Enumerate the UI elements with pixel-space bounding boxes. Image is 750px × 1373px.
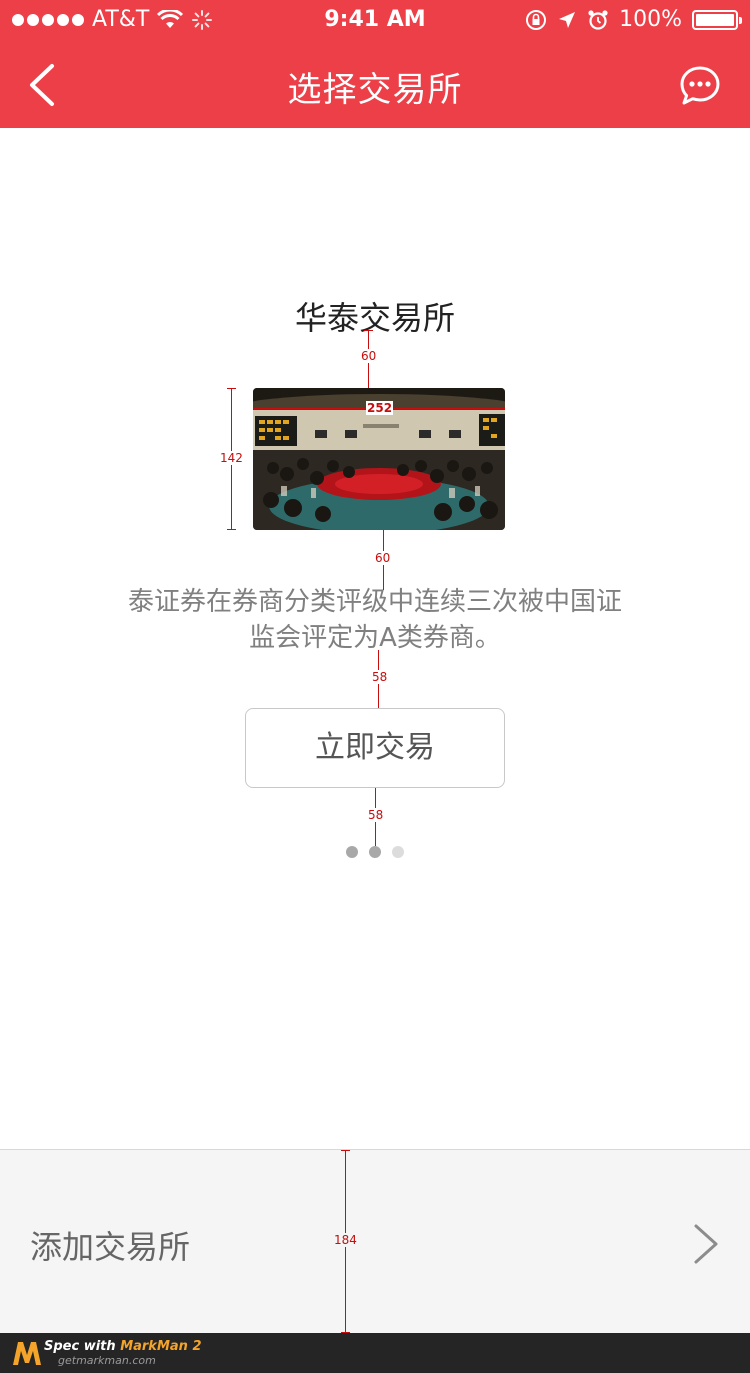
spec-label: 142	[219, 451, 244, 465]
battery-icon	[692, 9, 742, 30]
page-dot[interactable]	[346, 846, 358, 858]
markman-footer: Spec with MarkMan 2 getmarkman.com	[0, 1333, 750, 1373]
chat-bubble-icon[interactable]	[678, 64, 722, 108]
status-bar: AT&T 9:41 AM 100%	[0, 0, 750, 40]
battery-percent: 100%	[619, 7, 682, 32]
top-bar: AT&T 9:41 AM 100% 选择交易所	[0, 0, 750, 128]
spec-label: 60	[374, 551, 392, 565]
exchange-name: 华泰交易所	[294, 299, 455, 337]
markman-logo-icon	[13, 1342, 41, 1365]
spec-label: 252	[366, 401, 394, 415]
spec-label: 184	[333, 1233, 358, 1247]
page-dot[interactable]	[392, 846, 404, 858]
add-exchange-row[interactable]: 添加交易所	[0, 1149, 750, 1333]
location-arrow-icon	[559, 11, 576, 28]
spec-label: 60	[360, 349, 378, 363]
page-title: 选择交易所	[287, 70, 463, 110]
trade-now-button[interactable]: 立即交易	[245, 708, 505, 788]
add-exchange-label: 添加交易所	[30, 1228, 191, 1266]
rotation-lock-icon	[526, 9, 547, 30]
page-dot-active[interactable]	[369, 846, 381, 858]
spec-label: 58	[367, 808, 385, 822]
spec-label: 58	[371, 670, 389, 684]
exchange-description: 泰证券在券商分类评级中连续三次被中国证监会评定为A类券商。	[127, 587, 622, 653]
page-indicator	[0, 846, 750, 858]
chevron-right-icon	[694, 1224, 718, 1264]
status-right: 100%	[525, 7, 742, 32]
markman-url: getmarkman.com	[58, 1354, 156, 1367]
alarm-icon	[588, 9, 608, 30]
markman-tagline: Spec with MarkMan 2	[44, 1339, 202, 1354]
